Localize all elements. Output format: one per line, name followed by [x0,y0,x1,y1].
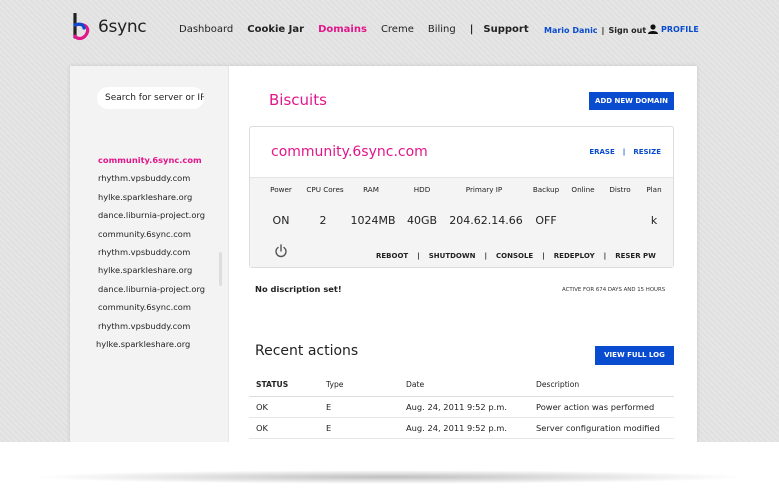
cell-description: Power action was performed [536,396,674,418]
nav-separator: | [469,24,474,35]
spec-value-hdd: 40GB [406,214,438,227]
table-row[interactable]: OK E Aug. 24, 2011 9:52 p.m. Power actio… [249,396,674,418]
cell-status: OK [249,396,326,418]
spec-header: RAM [363,185,379,194]
spec-header: Online [571,185,595,194]
server-list-item[interactable]: rhythm.vpsbuddy.com [98,243,205,261]
server-list-item[interactable]: hylke.sparkleshare.org [98,261,205,279]
server-list-item[interactable]: community.6sync.com [98,225,205,243]
page-reflection [0,442,779,494]
server-card: community.6sync.com ERASE | RESIZE Power… [249,126,674,268]
column-status: STATUS [249,374,326,397]
table-row[interactable]: OK E Aug. 24, 2011 9:52 p.m. Server conf… [249,417,674,439]
server-list-item[interactable]: community.6sync.com [98,151,205,169]
domain-content: Biscuits ADD NEW DOMAIN community.6sync.… [229,66,697,442]
server-list-item[interactable]: rhythm.vpsbuddy.com [98,317,205,335]
server-actions: ERASE | RESIZE [589,148,661,156]
column-type: Type [326,374,406,397]
erase-button[interactable]: ERASE [589,148,614,156]
reboot-button[interactable]: REBOOT [376,252,408,260]
column-description: Description [536,374,674,397]
cell-date: Aug. 24, 2011 9:52 p.m. [406,396,536,418]
recent-actions-table: STATUS Type Date Description OK E Aug. 2… [249,374,674,439]
server-list-item[interactable]: hylke.sparkleshare.org [96,335,205,353]
server-sidebar: community.6sync.com rhythm.vpsbuddy.com … [70,66,229,442]
main-panel: community.6sync.com rhythm.vpsbuddy.com … [70,66,697,442]
user-name[interactable]: Mario Danic [544,26,598,35]
nav-support[interactable]: Support [483,24,528,35]
server-list-item[interactable]: dance.liburnia-project.org [98,280,205,298]
control-separator: | [484,252,488,260]
power-icon[interactable] [274,244,288,258]
server-list-item[interactable]: rhythm.vpsbuddy.com [98,169,205,187]
console-button[interactable]: CONSOLE [496,252,533,260]
spec-header: Distro [609,185,631,194]
nav-creme[interactable]: Creme [381,24,414,35]
nav-biling[interactable]: Biling [428,24,456,35]
spec-value-plan: k [650,214,658,227]
spec-header: Plan [646,185,662,194]
control-separator: | [417,252,420,260]
brand-name: 6sync [98,17,147,37]
nav-domains[interactable]: Domains [318,24,367,35]
spec-header: CPU Cores [306,185,344,194]
redeploy-button[interactable]: REDEPLOY [554,252,595,260]
spec-header: Power [270,185,292,194]
signout-link[interactable]: Sign out [608,26,646,35]
user-menu: Mario Danic | Sign out [544,26,646,35]
action-separator: | [622,148,626,156]
nav-dashboard[interactable]: Dashboard [179,24,233,35]
server-list-item[interactable]: dance.liburnia-project.org [98,206,205,224]
user-icon [648,24,658,34]
spec-header: Primary IP [465,185,503,194]
spec-value-ip: 204.62.14.66 [449,214,523,227]
resize-button[interactable]: RESIZE [633,148,661,156]
server-description: No discription set! [255,284,342,294]
brand-logo[interactable]: 6sync [72,13,147,41]
control-separator: | [603,252,607,260]
server-list-item[interactable]: community.6sync.com [98,298,205,316]
view-full-log-button[interactable]: VIEW FULL LOG [595,346,674,365]
profile-link[interactable]: PROFILE [648,24,699,34]
cell-type: E [326,417,406,439]
server-list-item[interactable]: hylke.sparkleshare.org [98,188,205,206]
add-domain-button[interactable]: ADD NEW DOMAIN [589,92,674,110]
main-nav: Dashboard Cookie Jar Domains Creme Bilin… [179,24,543,35]
user-separator: | [601,26,605,35]
page-title: Biscuits [269,91,327,109]
shutdown-button[interactable]: SHUTDOWN [429,252,476,260]
column-date: Date [406,374,536,397]
spec-header: Backup [532,185,560,194]
sidebar-scrollbar[interactable] [219,252,222,286]
spec-value-cpu: 2 [319,214,327,227]
profile-label: PROFILE [661,24,699,34]
control-separator: | [542,252,545,260]
cell-type: E [326,396,406,418]
spec-value-ram: 1024MB [350,214,396,227]
nav-cookie-jar[interactable]: Cookie Jar [247,24,304,35]
server-list: community.6sync.com rhythm.vpsbuddy.com … [96,151,205,353]
server-name: community.6sync.com [271,144,428,160]
cell-status: OK [249,417,326,439]
spec-value-power: ON [272,214,290,227]
reset-password-button[interactable]: RESER PW [615,252,656,260]
table-header-row: STATUS Type Date Description [249,374,674,397]
server-specs: Power CPU Cores RAM HDD Primary IP Backu… [250,177,673,267]
spec-header: HDD [413,185,431,194]
server-search-input[interactable] [97,87,204,109]
server-controls: REBOOT | SHUTDOWN | CONSOLE | REDEPLOY |… [376,252,656,260]
recent-actions-title: Recent actions [255,343,359,359]
spec-value-backup: OFF [535,214,557,227]
cell-date: Aug. 24, 2011 9:52 p.m. [406,417,536,439]
logo-mark-icon [73,13,90,41]
cell-description: Server configuration modified [536,417,674,439]
uptime-label: ACTIVE FOR 674 DAYS AND 15 HOURS [562,287,666,293]
